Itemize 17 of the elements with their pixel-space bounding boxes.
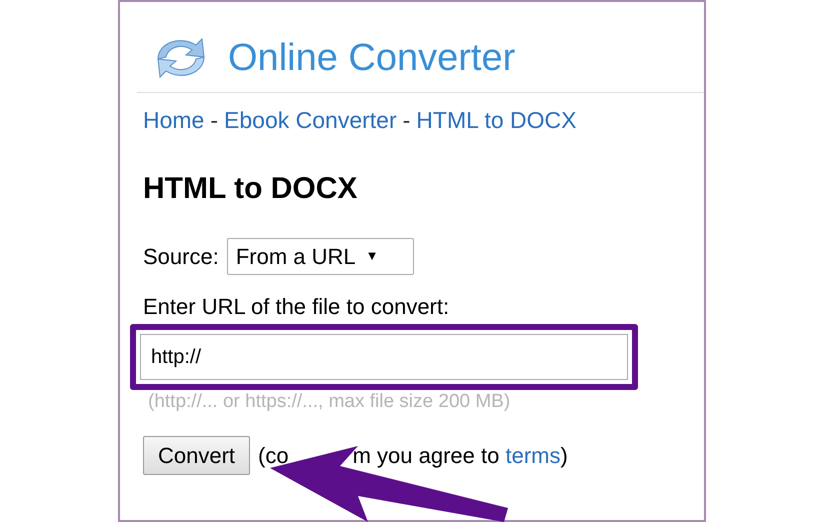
terms-note: m you agree to terms) xyxy=(352,442,568,470)
url-hint: (http://... or https://..., max file size 200 MB) xyxy=(147,390,512,414)
terms-link[interactable]: terms xyxy=(505,442,560,468)
breadcrumb-separator: - xyxy=(402,106,410,135)
page-heading: HTML to DOCX xyxy=(142,170,358,204)
caret-icon: ▼ xyxy=(366,246,378,266)
breadcrumb-link[interactable]: Ebook Converter xyxy=(224,103,397,138)
terms-note-start: (co xyxy=(258,442,289,470)
breadcrumb-link[interactable]: HTML to DOCX xyxy=(416,103,576,138)
source-select[interactable]: From a URL ▼ xyxy=(226,238,414,274)
url-field[interactable]: http:// xyxy=(130,324,638,390)
source-label: Source: xyxy=(143,242,219,270)
site-title[interactable]: Online Converter xyxy=(228,39,516,77)
breadcrumb-separator: - xyxy=(210,106,218,135)
breadcrumb-link[interactable]: Home xyxy=(143,103,204,138)
convert-button[interactable]: Convert xyxy=(143,436,250,475)
url-label: Enter URL of the file to convert: xyxy=(142,292,450,320)
